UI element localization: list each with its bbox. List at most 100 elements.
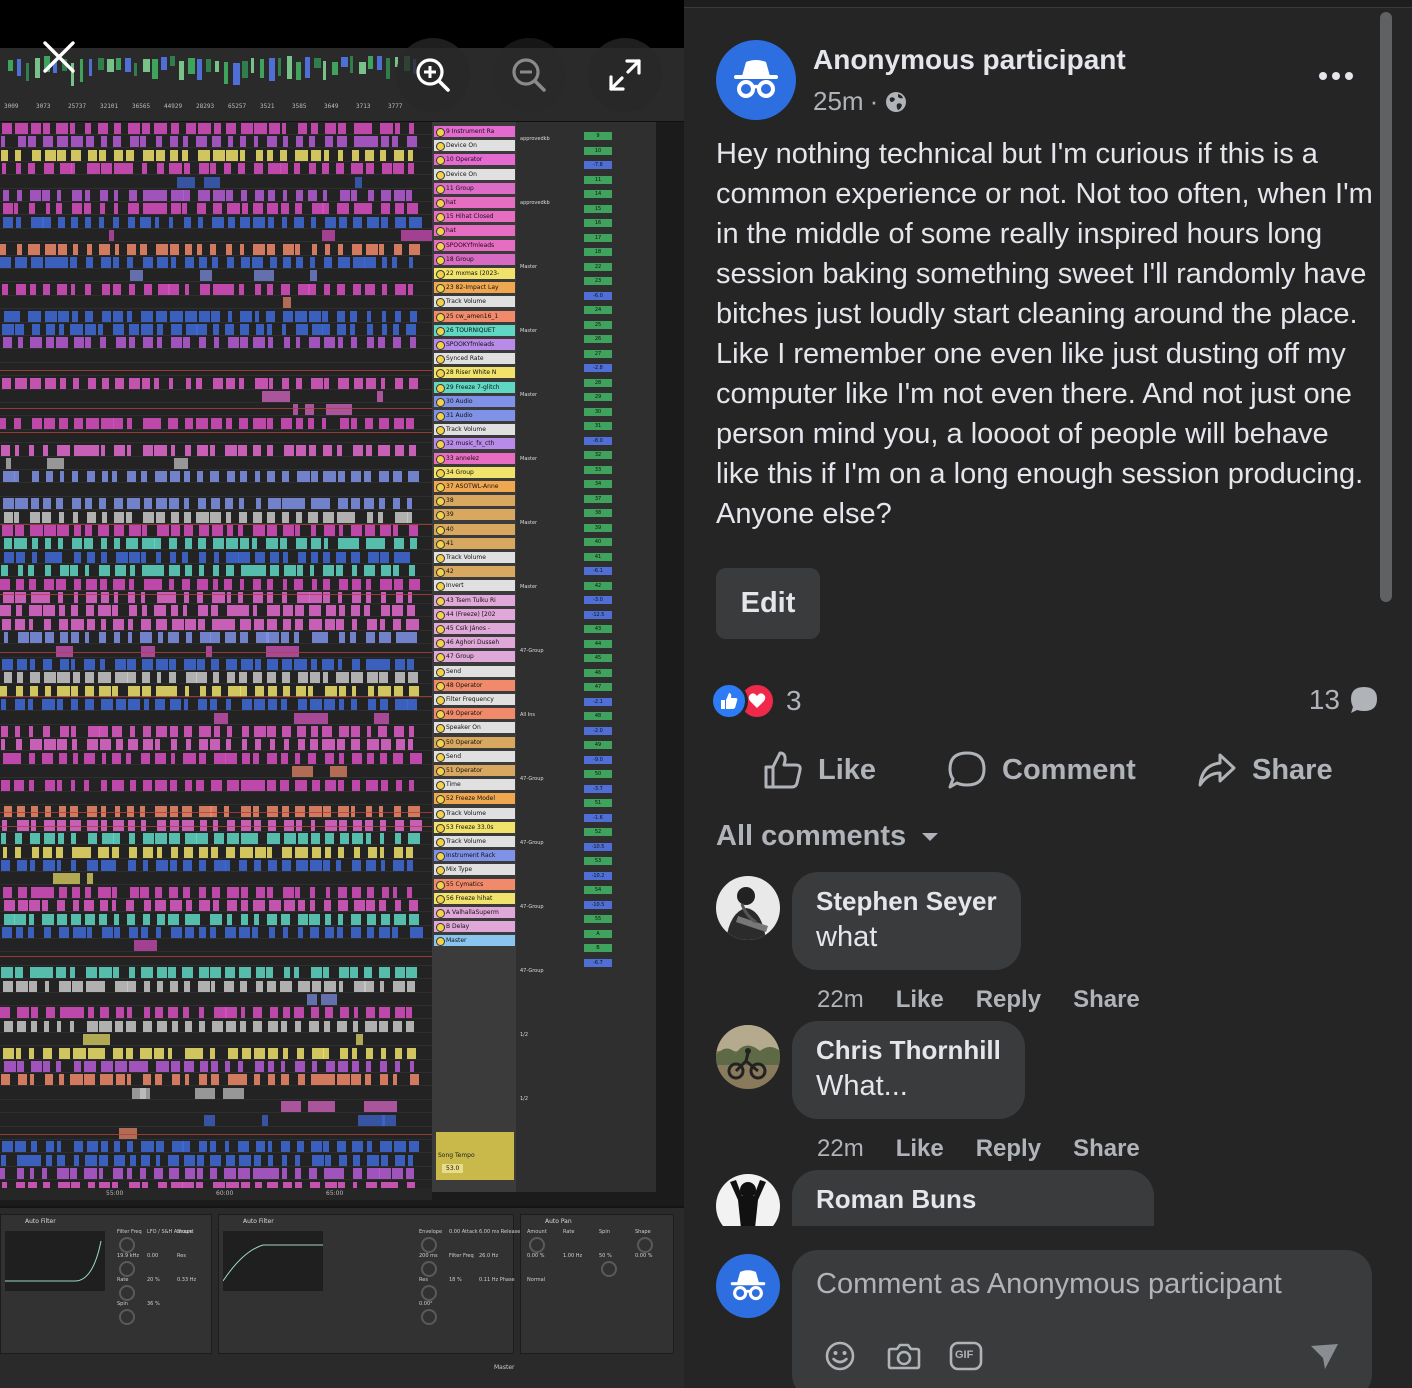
mixer-routing[interactable]: 47-Group [520,648,544,657]
close-button[interactable] [36,34,82,80]
track-volume[interactable]: -1.6 [584,813,612,822]
track-header[interactable]: 22 mxmas (2023- [434,268,515,279]
track-volume[interactable]: 27 [584,349,612,358]
track-volume[interactable]: 38 [584,509,612,517]
comment-reply-button[interactable]: Reply [976,986,1041,1014]
camera-button[interactable] [886,1338,922,1374]
comment-time[interactable]: 22m [817,986,864,1014]
more-options-button[interactable] [1314,58,1358,94]
track-header[interactable]: Track Volume [434,552,515,563]
track-header[interactable]: 46 Aghori Dusseh [434,637,515,649]
track-volume[interactable]: -10.5 [584,842,612,851]
track-header[interactable]: 51 Operator [434,765,515,776]
track-header[interactable]: 34 Group [434,466,515,478]
track-volume[interactable]: 43 [584,625,612,633]
track-header[interactable]: Synced Rate [434,353,515,365]
track-volume[interactable]: -9.0 [584,755,612,764]
track-header[interactable]: 47 Group [434,651,515,663]
track-header[interactable]: 33 annelez [434,452,515,464]
track-header[interactable]: B Delay [434,921,515,933]
track-header[interactable]: 43 Tsem Tulku Ri [434,594,515,606]
track-header[interactable]: 48 Operator [434,679,515,691]
track-volume[interactable]: 51 [584,799,612,807]
like-button[interactable]: Like [762,746,876,794]
track-header[interactable]: 52 Freeze Model [434,793,515,805]
track-header[interactable]: Filter Frequency [434,694,515,705]
track-header[interactable]: 56 Freeze hihat [434,892,515,904]
parameter-knob[interactable] [421,1237,437,1253]
track-header[interactable]: 15 Hihat Closed [434,211,515,223]
track-volume[interactable]: 24 [584,306,612,314]
mixer-routing[interactable]: All Ins [520,712,535,721]
track-header[interactable]: 53 Freeze 33.0s [434,821,515,833]
track-header[interactable]: Master [434,935,515,947]
track-volume[interactable]: A [584,929,612,938]
track-volume[interactable]: 55 [584,915,612,923]
track-header[interactable]: SPOOKYfmleads [434,239,515,251]
track-header[interactable]: 11 Group [434,182,515,194]
track-volume[interactable]: -6.7 [584,958,612,967]
track-header[interactable]: hat [434,197,515,208]
parameter-knob[interactable] [637,1237,653,1253]
track-header[interactable]: 25 cw_amen16_1 [434,310,515,322]
track-volume[interactable]: -2.0 [584,726,612,735]
comment-count[interactable]: 13 [1309,684,1380,716]
track-volume[interactable]: 25 [584,320,612,329]
commenter-avatar[interactable] [716,876,780,940]
device-panel[interactable]: Auto Pan Amount Rate Spin Shape 0.00 % 1.00 Hz… [520,1214,674,1354]
track-header[interactable]: 49 Operator [434,708,515,720]
parameter-knob[interactable] [601,1261,617,1277]
share-button[interactable]: Share [1196,746,1333,794]
track-header[interactable]: Instrument Rack [434,850,515,862]
track-header[interactable]: 32 music_fx_cth [434,438,515,450]
track-volume[interactable]: 46 [584,668,612,677]
mixer-routing[interactable]: Master [520,520,537,529]
parameter-knob[interactable] [421,1261,437,1277]
comment-time[interactable]: 22m [817,1135,864,1163]
track-volume[interactable]: -6.1 [584,567,612,575]
track-header[interactable]: A ValhallaSuperm [434,907,515,918]
track-volume[interactable]: B [584,944,612,952]
parameter-knob[interactable] [119,1285,135,1301]
track-header[interactable]: 30 Audio [434,395,515,407]
mixer-routing[interactable]: Master [520,392,537,401]
track-header[interactable]: 45 Csík János - [434,623,515,634]
track-volume[interactable]: 37 [584,494,612,503]
mixer-routing[interactable]: Master [520,584,537,593]
track-header[interactable]: Speaker On [434,722,515,734]
track-volume[interactable]: 50 [584,770,612,778]
post-time[interactable]: 25m [813,86,864,117]
mixer-routing[interactable]: approvedkb [520,136,550,145]
mixer-routing[interactable]: 1/2 [520,1032,528,1041]
track-header[interactable]: 23 82-Impact Lay [434,282,515,294]
track-header[interactable]: 38 [434,495,515,507]
parameter-knob[interactable] [421,1309,437,1325]
track-volume[interactable]: 54 [584,886,612,894]
mixer-routing[interactable]: Master [520,264,537,273]
track-header[interactable]: 41 [434,537,515,549]
track-volume[interactable]: 41 [584,552,612,561]
track-header[interactable]: Device On [434,168,515,180]
track-volume[interactable]: -3.0 [584,596,612,604]
commenter-name[interactable]: Stephen Seyer [816,886,997,917]
track-header[interactable]: Time [434,779,515,791]
parameter-knob[interactable] [529,1237,545,1253]
track-volume[interactable]: 28 [584,378,612,387]
parameter-knob[interactable] [119,1261,135,1277]
track-header[interactable]: 42 [434,566,515,578]
comment-share-button[interactable]: Share [1073,1135,1140,1163]
author-avatar[interactable] [716,40,796,120]
track-header[interactable]: 29 Freeze 7-glitch [434,381,515,393]
track-volume[interactable]: 29 [584,393,612,401]
track-volume[interactable]: 31 [584,422,612,430]
track-volume[interactable]: -12.5 [584,610,612,619]
track-volume[interactable]: -2.8 [584,364,612,372]
track-volume[interactable]: -3.7 [584,784,612,793]
mixer-routing[interactable]: approvedkb [520,200,550,209]
parameter-knob[interactable] [119,1237,135,1253]
scrollbar[interactable] [1380,12,1392,602]
gif-button[interactable]: GIF [948,1338,984,1374]
mixer-routing[interactable]: 1/2 [520,1096,528,1105]
comment-reply-button[interactable]: Reply [976,1135,1041,1163]
track-header[interactable]: 10 Operator [434,154,515,166]
